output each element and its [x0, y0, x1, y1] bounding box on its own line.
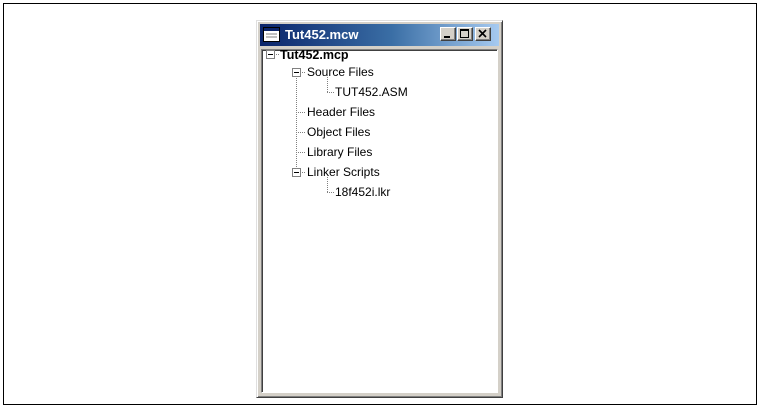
maximize-button[interactable]: [457, 27, 473, 41]
tree-item-18f452i-lkr[interactable]: 18f452i.lkr: [335, 185, 390, 199]
tree-item-tut452-asm[interactable]: TUT452.ASM: [335, 85, 408, 99]
workspace-window: Tut452.mcw Tut452.mcp Source Files TUT45…: [256, 20, 503, 398]
collapse-root-icon[interactable]: [266, 50, 275, 59]
tree-item-object-files[interactable]: Object Files: [307, 125, 370, 139]
window-icon: [263, 27, 280, 42]
tree-lines: [276, 54, 334, 193]
close-button[interactable]: [475, 27, 491, 41]
tree-item-linker-scripts[interactable]: Linker Scripts: [307, 165, 380, 179]
collapse-linker-scripts-icon[interactable]: [292, 168, 301, 177]
title-bar[interactable]: Tut452.mcw: [260, 24, 499, 46]
minimize-button[interactable]: [440, 27, 456, 41]
tree-root-project[interactable]: Tut452.mcp: [280, 48, 349, 62]
tree-item-library-files[interactable]: Library Files: [307, 145, 372, 159]
project-tree[interactable]: Tut452.mcp Source Files TUT452.ASM Heade…: [261, 48, 498, 393]
maximize-icon: [460, 29, 469, 38]
close-icon: [478, 29, 487, 38]
minimize-icon: [444, 36, 450, 38]
tree-item-header-files[interactable]: Header Files: [307, 105, 375, 119]
collapse-source-files-icon[interactable]: [292, 68, 301, 77]
window-title: Tut452.mcw: [285, 27, 359, 42]
tree-item-source-files[interactable]: Source Files: [307, 65, 374, 79]
